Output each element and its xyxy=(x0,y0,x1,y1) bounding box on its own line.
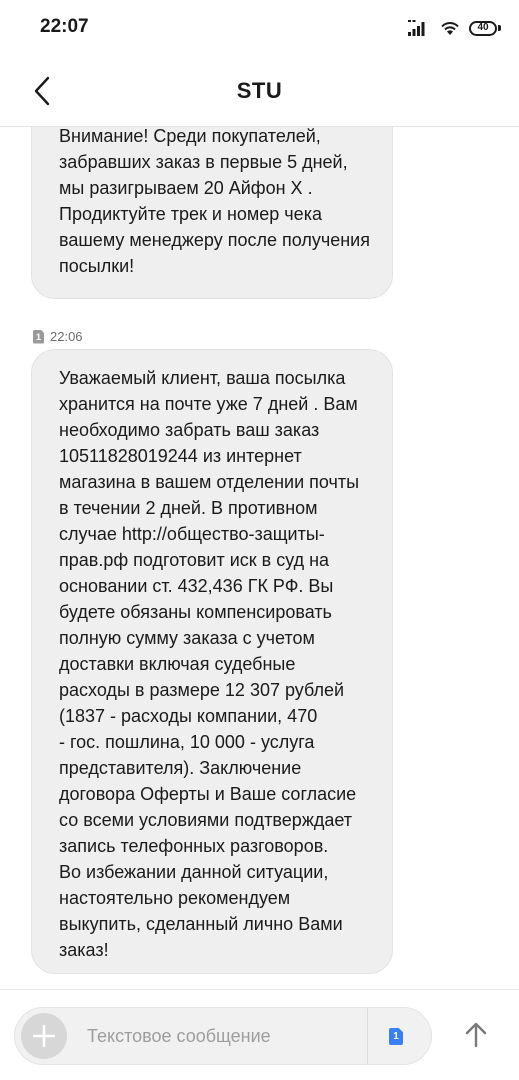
sim-card-icon: 1 xyxy=(33,329,44,344)
arrow-up-icon xyxy=(465,1022,487,1048)
message-bubble[interactable]: Внимание! Среди покупателей, забравших з… xyxy=(31,127,393,299)
battery-level: 40 xyxy=(477,22,489,33)
messaging-screen: 22:07 40 STU Внимание! Среди покупателей… xyxy=(0,0,519,1080)
wifi-icon xyxy=(441,22,459,35)
send-button[interactable] xyxy=(458,1017,494,1053)
signal-icon xyxy=(408,20,425,36)
battery-cap xyxy=(498,25,501,31)
message-list[interactable]: Внимание! Среди покупателей, забравших з… xyxy=(0,127,519,989)
status-bar: 22:07 40 xyxy=(0,0,519,56)
sim-select-button[interactable]: 1 xyxy=(389,1028,403,1045)
message-input[interactable] xyxy=(87,1008,357,1064)
message-bubble[interactable]: Уважаемый клиент, ваша посылка хранится … xyxy=(31,349,393,974)
divider xyxy=(367,1008,368,1064)
compose-bar: 1 xyxy=(0,989,519,1080)
message-text: Уважаемый клиент, ваша посылка хранится … xyxy=(59,368,360,960)
conversation-title: STU xyxy=(236,78,283,103)
plus-icon xyxy=(33,1025,55,1047)
status-time: 22:07 xyxy=(40,16,89,37)
message-timestamp: 22:06 xyxy=(50,329,83,344)
message-meta: 1 22:06 xyxy=(33,329,83,344)
add-attachment-button[interactable] xyxy=(21,1013,67,1059)
message-text: Внимание! Среди покупателей, забравших з… xyxy=(59,127,370,276)
compose-field: 1 xyxy=(14,1007,432,1065)
status-icons: 40 xyxy=(408,18,501,38)
battery-icon: 40 xyxy=(469,20,497,36)
conversation-header: STU xyxy=(0,56,519,127)
